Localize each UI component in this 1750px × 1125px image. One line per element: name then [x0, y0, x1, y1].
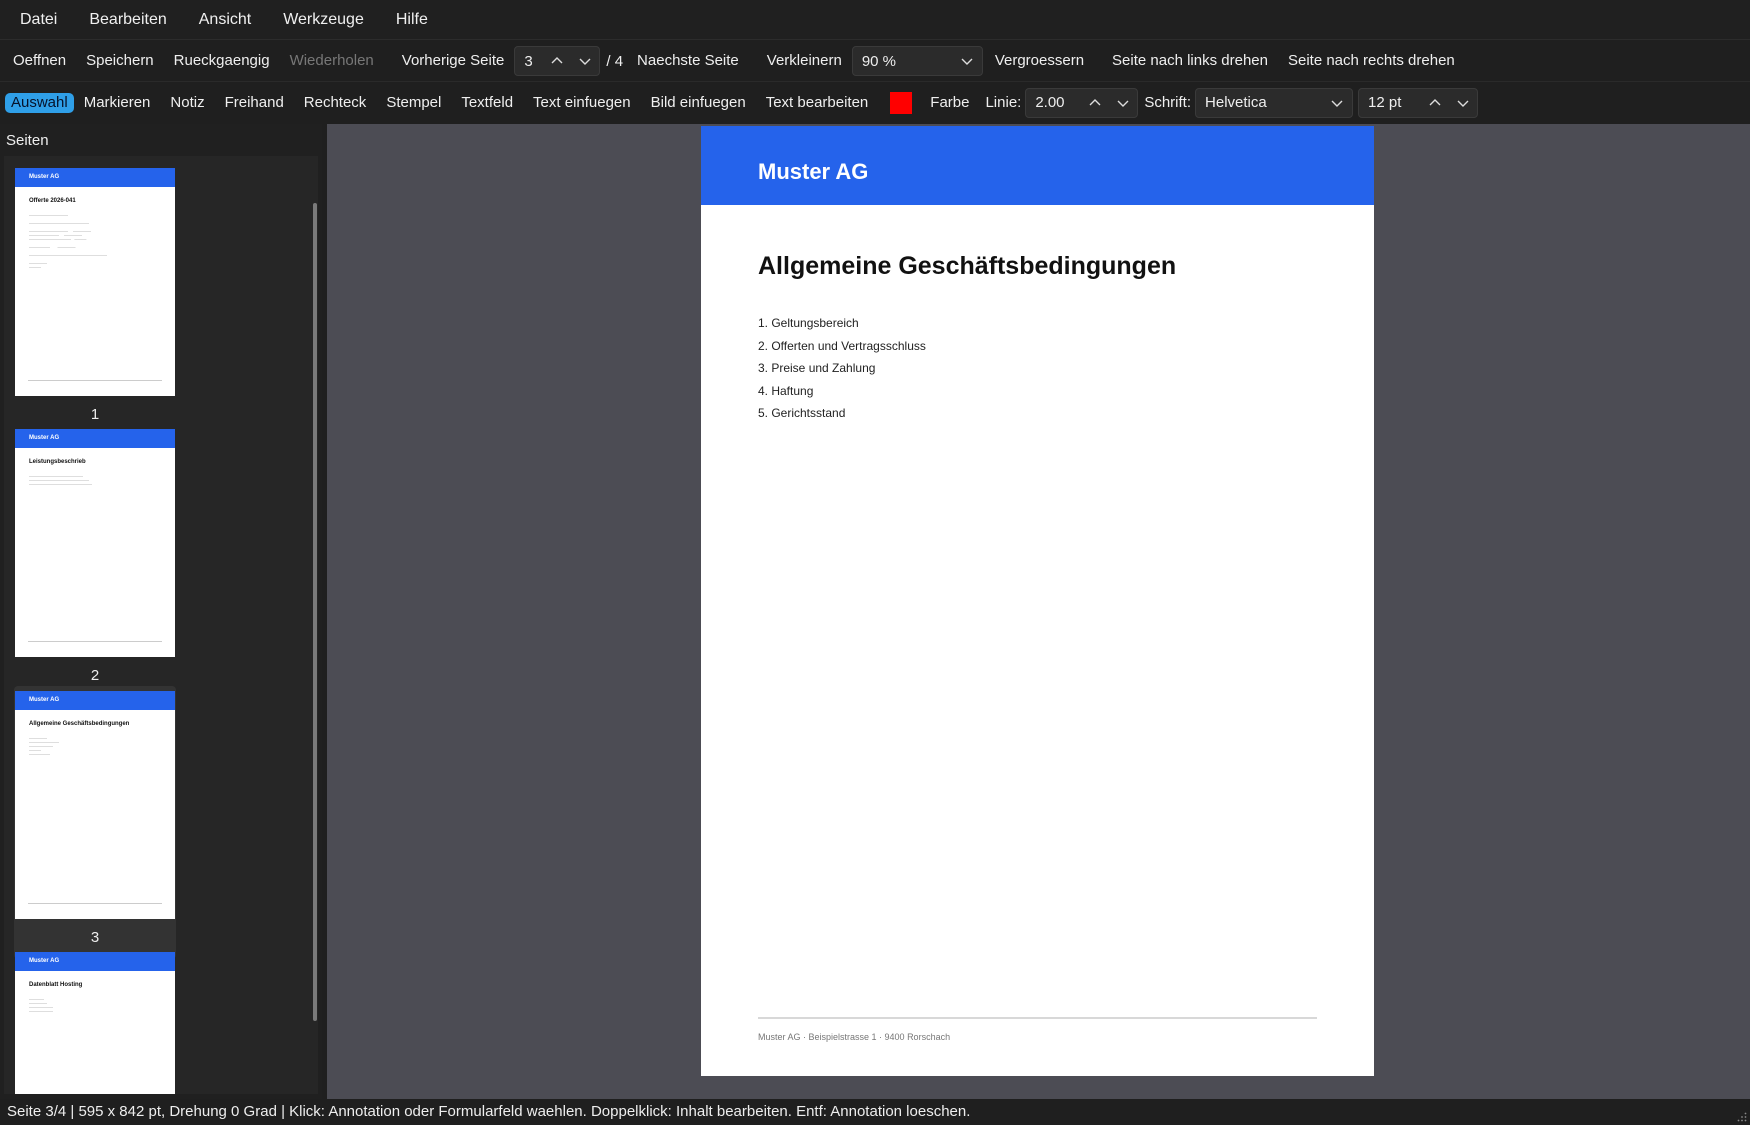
- page-total-label: / 4: [606, 52, 624, 70]
- tool-rechteck[interactable]: Rechteck: [294, 88, 377, 118]
- thumbnail-number: 2: [90, 667, 100, 684]
- page-number-value: 3: [524, 52, 533, 70]
- thumbnail-title: Leistungsbeschrieb: [29, 459, 86, 465]
- menu-bar: Datei Bearbeiten Ansicht Werkzeuge Hilfe: [0, 0, 1750, 40]
- document-viewer[interactable]: Muster AG Allgemeine Geschäftsbedingunge…: [327, 124, 1750, 1099]
- open-button[interactable]: Oeffnen: [4, 46, 76, 76]
- tool-auswahl[interactable]: Auswahl: [5, 92, 74, 113]
- document-list-item: 3. Preise und Zahlung: [758, 361, 876, 375]
- thumbnail-footer-line: [28, 380, 162, 381]
- sidebar-title: Seiten: [6, 132, 49, 149]
- chevron-up-icon[interactable]: [543, 46, 571, 76]
- thumbnail-text-lines: ――――― ―――――― ―――――――― ――――――――: [29, 997, 53, 1013]
- thumbnail-header: Muster AG: [15, 952, 175, 971]
- menu-datei[interactable]: Datei: [8, 0, 77, 40]
- annotation-toolbar: Auswahl Markieren Notiz Freihand Rechtec…: [0, 82, 1750, 123]
- menu-werkzeuge[interactable]: Werkzeuge: [271, 0, 384, 40]
- thumbnail-header: Muster AG: [15, 429, 175, 448]
- chevron-up-icon[interactable]: [1421, 88, 1449, 118]
- font-size-value: 12 pt: [1368, 94, 1402, 111]
- line-label: Linie:: [985, 94, 1022, 111]
- tool-markieren[interactable]: Markieren: [74, 88, 161, 118]
- color-swatch[interactable]: [890, 91, 913, 114]
- chevron-down-icon[interactable]: [1109, 88, 1137, 118]
- chevron-up-icon[interactable]: [1081, 88, 1109, 118]
- zoom-value: 90 %: [861, 52, 897, 70]
- thumbnail-footer-line: [28, 641, 162, 642]
- thumbnail-list[interactable]: Muster AG Offerte 2026-041 ―――――――――――――…: [4, 156, 318, 1094]
- thumbnail-page-3[interactable]: Muster AG Allgemeine Geschäftsbedingunge…: [14, 686, 176, 959]
- thumbnail-image: Muster AG Allgemeine Geschäftsbedingunge…: [15, 691, 175, 919]
- next-page-button[interactable]: Naechste Seite: [627, 46, 749, 76]
- thumbnail-footer-line: [28, 903, 162, 904]
- menu-bearbeiten[interactable]: Bearbeiten: [77, 0, 186, 40]
- font-label: Schrift:: [1144, 94, 1192, 111]
- pages-sidebar: Seiten Muster AG Offerte 2026-041 ――――――…: [0, 124, 322, 1099]
- tool-text-bearbeiten[interactable]: Text bearbeiten: [756, 88, 879, 118]
- thumbnail-page-2[interactable]: Muster AG Leistungsbeschrieb ―――――――――――…: [14, 429, 176, 691]
- resize-grip-icon[interactable]: [1737, 1112, 1747, 1122]
- thumbnail-image: Muster AG Leistungsbeschrieb ―――――――――――…: [15, 429, 175, 657]
- prev-page-button[interactable]: Vorherige Seite: [392, 46, 515, 76]
- redo-button[interactable]: Wiederholen: [280, 46, 384, 76]
- thumbnail-header: Muster AG: [15, 168, 175, 187]
- document-title: Allgemeine Geschäftsbedingungen: [758, 252, 1177, 280]
- document-list-item: 5. Gerichtsstand: [758, 406, 846, 420]
- tool-bild-einfuegen[interactable]: Bild einfuegen: [641, 88, 756, 118]
- document-list-item: 4. Haftung: [758, 383, 814, 398]
- menu-ansicht[interactable]: Ansicht: [187, 0, 271, 40]
- line-width-value: 2.00: [1035, 94, 1065, 111]
- save-button[interactable]: Speichern: [76, 46, 164, 76]
- chevron-down-icon: [1322, 88, 1352, 118]
- thumbnail-text-lines: ――――――――――――――――――――――――――――――――――――――――…: [29, 474, 92, 486]
- zoom-in-button[interactable]: Vergroessern: [985, 46, 1094, 76]
- zoom-out-button[interactable]: Verkleinern: [757, 46, 852, 76]
- tool-freihand[interactable]: Freihand: [215, 88, 294, 118]
- zoom-select[interactable]: 90 %: [851, 46, 983, 76]
- document-list-item: 2. Offerten und Vertragsschluss: [758, 338, 926, 353]
- status-text: Seite 3/4 | 595 x 842 pt, Drehung 0 Grad…: [7, 1103, 971, 1120]
- rotate-left-button[interactable]: Seite nach links drehen: [1102, 46, 1278, 76]
- document-page[interactable]: Muster AG Allgemeine Geschäftsbedingunge…: [701, 126, 1374, 1076]
- color-button[interactable]: Farbe: [920, 88, 979, 118]
- tool-textfeld[interactable]: Textfeld: [451, 88, 523, 118]
- document-footer-line: [758, 1017, 1317, 1019]
- tool-stempel[interactable]: Stempel: [376, 88, 451, 118]
- thumbnail-text-lines: ――――――――――――――――――――――――――――――――――――――――…: [29, 213, 107, 269]
- thumbnail-page-1[interactable]: Muster AG Offerte 2026-041 ―――――――――――――…: [14, 168, 176, 430]
- document-list-item: 1. Geltungsbereich: [758, 316, 859, 330]
- thumbnail-title: Allgemeine Geschäftsbedingungen: [29, 721, 130, 727]
- thumbnail-title: Offerte 2026-041: [29, 198, 76, 204]
- chevron-down-icon[interactable]: [1449, 88, 1477, 118]
- thumbnail-number: 3: [90, 929, 100, 946]
- status-bar: Seite 3/4 | 595 x 842 pt, Drehung 0 Grad…: [0, 1099, 1750, 1125]
- line-width-spinbox[interactable]: 2.00: [1025, 87, 1139, 118]
- main-toolbar: Oeffnen Speichern Rueckgaengig Wiederhol…: [0, 41, 1750, 82]
- font-value: Helvetica: [1205, 94, 1267, 111]
- thumbnail-image: Muster AG Datenblatt Hosting ――――― ――――――…: [15, 952, 175, 1094]
- document-company-name: Muster AG: [758, 159, 869, 184]
- thumbnail-scrollbar[interactable]: [313, 203, 317, 1021]
- page-number-spinbox[interactable]: 3: [514, 46, 601, 76]
- undo-button[interactable]: Rueckgaengig: [164, 46, 280, 76]
- document-list: 1. Geltungsbereich 2. Offerten und Vertr…: [758, 312, 926, 425]
- thumbnail-title: Datenblatt Hosting: [29, 982, 83, 988]
- font-size-spinbox[interactable]: 12 pt: [1358, 87, 1479, 118]
- thumbnail-image: Muster AG Offerte 2026-041 ―――――――――――――…: [15, 168, 175, 396]
- rotate-right-button[interactable]: Seite nach rechts drehen: [1278, 46, 1465, 76]
- thumbnail-number: 1: [90, 406, 100, 423]
- thumbnail-page-4[interactable]: Muster AG Datenblatt Hosting ――――― ――――――…: [14, 952, 176, 1094]
- menu-hilfe[interactable]: Hilfe: [384, 0, 448, 40]
- chevron-down-icon: [952, 46, 982, 76]
- thumbnail-header: Muster AG: [15, 691, 175, 710]
- font-select[interactable]: Helvetica: [1195, 87, 1354, 118]
- document-footer: Muster AG · Beispielstrasse 1 · 9400 Ror…: [758, 1032, 951, 1042]
- chevron-down-icon[interactable]: [571, 46, 599, 76]
- tool-text-einfuegen[interactable]: Text einfuegen: [523, 88, 641, 118]
- tool-notiz[interactable]: Notiz: [160, 88, 214, 118]
- thumbnail-text-lines: ―――――― ―――――――――― ―――――――― ―――― ―――――――: [29, 736, 59, 756]
